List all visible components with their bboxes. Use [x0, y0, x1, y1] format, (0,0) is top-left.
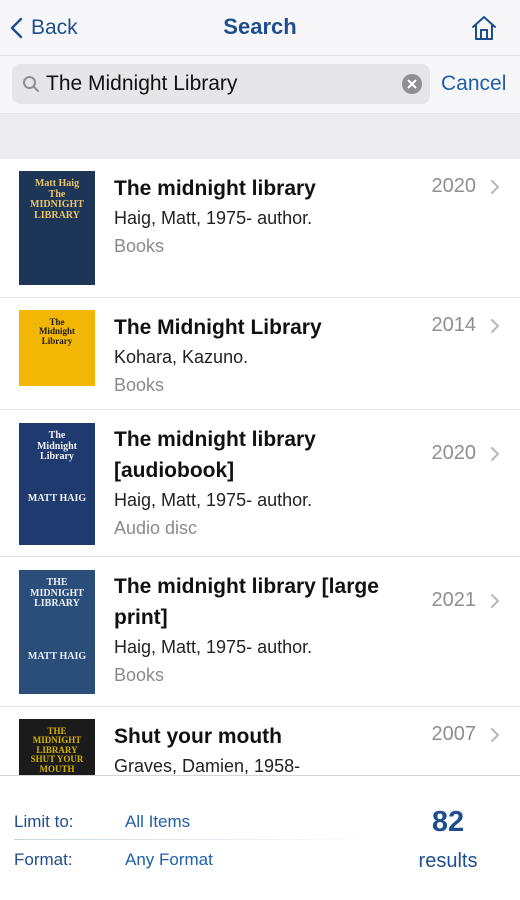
home-icon[interactable]	[470, 14, 498, 42]
result-title: Shut your mouth	[114, 725, 282, 748]
cover-art-text: The Midnight Library MATT HAIG	[27, 430, 87, 504]
result-year: 2020	[431, 442, 477, 464]
result-count: 82	[431, 806, 465, 838]
result-title: The midnight library [large	[114, 575, 379, 598]
result-author: Haig, Matt, 1975- author.	[114, 637, 313, 657]
result-author: Haig, Matt, 1975- author.	[114, 490, 313, 510]
search-field[interactable]	[12, 64, 430, 104]
chevron-right-icon	[491, 728, 499, 742]
result-title: The Midnight Library	[114, 316, 322, 339]
chevron-right-icon	[491, 180, 499, 194]
result-year: 2020	[431, 175, 477, 197]
search-input[interactable]	[46, 64, 391, 104]
result-row[interactable]: The Midnight Library The Midnight Library…	[0, 298, 520, 410]
back-label: Back	[31, 16, 78, 39]
result-author: Graves, Damien, 1958-	[114, 756, 301, 775]
navigation-bar: Back Search	[0, 0, 520, 56]
chevron-left-icon	[10, 17, 23, 39]
cover-art-text: THE MIDNIGHT LIBRARY MATT HAIG	[27, 577, 87, 662]
cover-art-text: Matt Haig The MIDNIGHT LIBRARY	[30, 178, 84, 221]
result-title: The midnight library	[114, 177, 316, 200]
limit-selector[interactable]: All Items	[125, 812, 190, 832]
result-year: 2007	[431, 723, 477, 745]
chevron-right-icon	[491, 447, 499, 461]
result-author: Haig, Matt, 1975- author.	[114, 208, 313, 228]
result-year: 2021	[431, 589, 477, 611]
result-info: The midnight library [large print] Haig, M…	[114, 571, 379, 689]
section-spacer	[0, 114, 520, 159]
results-list[interactable]: Matt Haig The MIDNIGHT LIBRARY The midnig…	[0, 159, 520, 775]
search-bar: Cancel	[0, 56, 520, 114]
back-button[interactable]: Back	[10, 12, 78, 44]
clear-icon[interactable]	[402, 74, 422, 94]
divider	[14, 839, 379, 840]
result-format: Books	[114, 236, 165, 256]
result-info: The midnight library [audiobook] Haig, Mat…	[114, 424, 316, 542]
result-row[interactable]: The Midnight Library MATT HAIG The midnig…	[0, 410, 520, 557]
result-row[interactable]: THE MIDNIGHT LIBRARY SHUT YOUR MOUTH Shut…	[0, 707, 520, 775]
chevron-right-icon	[491, 319, 499, 333]
chevron-right-icon	[491, 594, 499, 608]
result-year: 2014	[431, 314, 477, 336]
result-title: [audiobook]	[114, 459, 235, 482]
result-author: Kohara, Kazuno.	[114, 347, 249, 367]
result-info: The midnight library Haig, Matt, 1975- au…	[114, 173, 316, 260]
search-icon	[23, 76, 39, 92]
format-label: Format:	[14, 850, 73, 869]
results-footer: Limit to: All Items Format: Any Format 8…	[0, 775, 520, 900]
book-cover-image: Matt Haig The MIDNIGHT LIBRARY	[19, 171, 95, 285]
format-selector[interactable]: Any Format	[125, 850, 213, 870]
cover-art-text: THE MIDNIGHT LIBRARY SHUT YOUR MOUTH	[30, 726, 84, 774]
book-cover-image: THE MIDNIGHT LIBRARY SHUT YOUR MOUTH	[19, 719, 95, 775]
result-row[interactable]: Matt Haig The MIDNIGHT LIBRARY The midnig…	[0, 159, 520, 298]
result-title: print]	[114, 606, 168, 629]
result-info: The Midnight Library Kohara, Kazuno. Books	[114, 312, 322, 399]
result-row[interactable]: THE MIDNIGHT LIBRARY MATT HAIG The midnig…	[0, 557, 520, 707]
result-format: Books	[114, 665, 165, 685]
limit-label: Limit to:	[14, 812, 74, 831]
cover-art-text: The Midnight Library	[38, 317, 75, 346]
book-cover-image: THE MIDNIGHT LIBRARY MATT HAIG	[19, 570, 95, 694]
result-info: Shut your mouth Graves, Damien, 1958-	[114, 721, 300, 775]
cancel-button[interactable]: Cancel	[441, 72, 506, 96]
book-cover-image: The Midnight Library	[19, 310, 95, 386]
book-cover-image: The Midnight Library MATT HAIG	[19, 423, 95, 545]
page-title: Search	[223, 14, 297, 39]
close-icon	[407, 79, 417, 89]
result-format: Audio disc	[114, 518, 198, 538]
result-title: The midnight library	[114, 428, 316, 451]
result-format: Books	[114, 375, 165, 395]
result-count-label: results	[418, 850, 478, 872]
